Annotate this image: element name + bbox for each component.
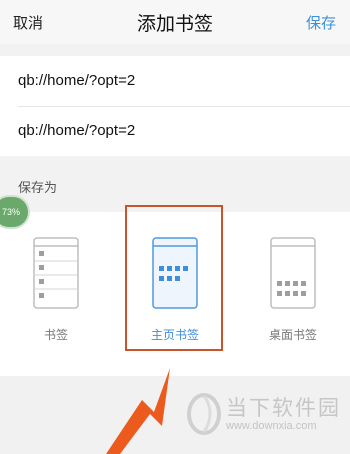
bookmark-fields: qb://home/?opt=2 qb://home/?opt=2: [0, 56, 350, 156]
option-bookmark-label: 书签: [43, 328, 68, 342]
selection-highlight-box: [125, 205, 223, 351]
desktop-icon: [270, 237, 316, 309]
watermark-logo-icon: [187, 393, 221, 435]
save-as-label: 保存为: [18, 180, 58, 195]
watermark-url: www.downxia.com: [226, 420, 317, 432]
watermark: 当下软件园 www.downxia.com: [186, 390, 346, 440]
option-bookmark[interactable]: 书签: [6, 212, 106, 376]
bookmark-title-field[interactable]: qb://home/?opt=2: [18, 56, 350, 107]
pointer-arrow-icon: [106, 368, 170, 454]
bookmark-list-icon: [33, 237, 79, 309]
option-desktop-bookmark-label: 桌面书签: [268, 328, 317, 342]
option-desktop-bookmark[interactable]: 桌面书签: [243, 212, 343, 376]
save-button[interactable]: 保存: [306, 12, 336, 33]
page-title: 添加书签: [136, 14, 213, 35]
bookmark-url-field[interactable]: qb://home/?opt=2: [18, 106, 350, 156]
watermark-brand: 当下软件园: [226, 397, 341, 420]
top-bar: 取消 添加书签 保存: [0, 0, 350, 44]
